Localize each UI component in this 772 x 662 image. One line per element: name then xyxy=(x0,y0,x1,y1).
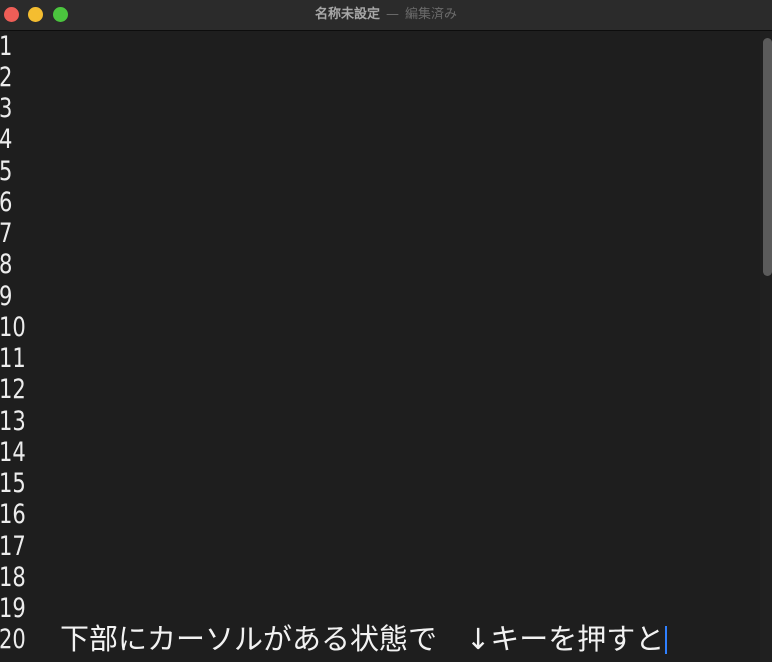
title-bar[interactable]: 名称未設定 — 編集済み xyxy=(0,0,772,31)
vertical-scrollbar-thumb[interactable] xyxy=(763,38,772,276)
document-status: 編集済み xyxy=(405,7,458,22)
line-number: 3 xyxy=(0,93,13,124)
line-number: 14 xyxy=(0,437,26,468)
line-number: 17 xyxy=(0,531,26,562)
line-number: 19 xyxy=(0,593,26,624)
editor-line-20[interactable]: 下部にカーソルがある状態で ↓キーを押すと xyxy=(60,622,668,656)
editor-window: 名称未設定 — 編集済み 1 2 3 4 5 6 7 8 9 10 11 12 13… xyxy=(0,0,772,662)
line-number: 6 xyxy=(0,187,13,218)
text-editor[interactable]: 1 2 3 4 5 6 7 8 9 10 11 12 13 14 15 16 1… xyxy=(0,31,772,662)
line-number: 1 xyxy=(0,31,13,62)
line-number: 4 xyxy=(0,124,13,155)
line-number: 10 xyxy=(0,312,26,343)
line-number: 12 xyxy=(0,374,26,405)
line-number: 18 xyxy=(0,562,26,593)
title-separator: — xyxy=(386,7,399,22)
line-text-content: 下部にカーソルがある状態で ↓キーを押すと xyxy=(60,622,665,656)
line-number: 9 xyxy=(0,281,13,312)
document-name: 名称未設定 xyxy=(314,7,380,22)
line-number: 15 xyxy=(0,468,26,499)
line-number: 13 xyxy=(0,406,26,437)
line-number: 20 xyxy=(0,624,26,655)
line-number: 2 xyxy=(0,62,13,93)
line-number: 8 xyxy=(0,249,13,280)
line-number: 5 xyxy=(0,156,13,187)
window-title: 名称未設定 — 編集済み xyxy=(0,6,772,24)
text-caret xyxy=(665,626,668,654)
line-number: 11 xyxy=(0,343,26,374)
line-number: 7 xyxy=(0,218,13,249)
line-number: 16 xyxy=(0,499,26,530)
